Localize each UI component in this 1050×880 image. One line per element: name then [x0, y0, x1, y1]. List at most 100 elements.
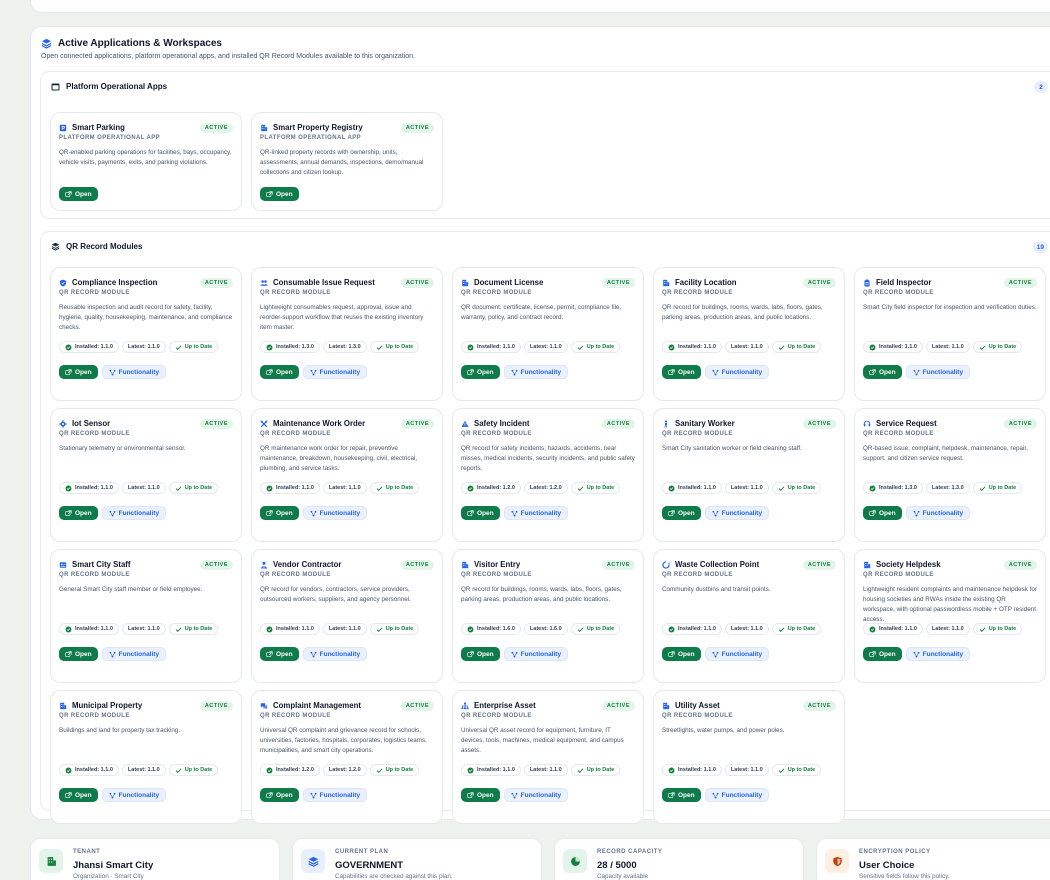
module-title[interactable]: Consumable Issue Request [260, 278, 375, 287]
section-subtitle: Open connected applications, platform op… [41, 53, 415, 60]
module-title[interactable]: Visitor Entry [461, 560, 520, 569]
module-title[interactable]: Field Inspector [863, 278, 931, 287]
up-to-date-badge: Up to Date [972, 482, 1023, 494]
module-card: Service Request QR RECORD MODULE ACTIVE QR-… [854, 408, 1046, 542]
functionality-button[interactable]: Functionality [503, 647, 569, 661]
up-to-date-text: Up to Date [787, 485, 816, 491]
functionality-button-label: Functionality [721, 791, 763, 799]
module-title[interactable]: Maintenance Work Order [260, 419, 365, 428]
functionality-button-label: Functionality [922, 509, 964, 517]
version-pills: Installed: 1.1.0 Latest: 1.1.0 Up to Date [863, 623, 1023, 635]
module-description: QR record for buildings, rooms, wards, l… [461, 586, 622, 603]
module-title[interactable]: Compliance Inspection [59, 278, 157, 287]
functionality-button[interactable]: Functionality [704, 506, 770, 520]
module-title[interactable]: Enterprise Asset [461, 701, 536, 710]
functionality-button[interactable]: Functionality [503, 788, 569, 802]
open-button-label: Open [477, 650, 494, 658]
app-description: QR-enabled parking operations for facili… [59, 149, 232, 166]
sitemap-icon [461, 702, 469, 710]
app-title[interactable]: Smart Parking [59, 123, 125, 132]
module-title-text: Compliance Inspection [72, 278, 158, 287]
functionality-button[interactable]: Functionality [101, 506, 167, 520]
open-button[interactable]: Open [863, 506, 902, 520]
latest-version: Latest: 1.1.0 [724, 482, 769, 494]
open-button[interactable]: Open [662, 365, 701, 379]
functionality-button[interactable]: Functionality [503, 506, 569, 520]
nodes-icon [310, 651, 317, 658]
open-button[interactable]: Open [461, 365, 500, 379]
module-title[interactable]: Society Helpdesk [863, 560, 941, 569]
module-title[interactable]: Utility Asset [662, 701, 720, 710]
open-button[interactable]: Open [662, 788, 701, 802]
module-title[interactable]: Facility Location [662, 278, 737, 287]
app-title[interactable]: Smart Property Registry [260, 123, 363, 132]
module-subtitle: QR RECORD MODULE [662, 572, 733, 578]
version-pills: Installed: 1.1.0 Latest: 1.1.0 Up to Date [59, 623, 219, 635]
open-button[interactable]: Open [662, 647, 701, 661]
module-card: Enterprise Asset QR RECORD MODULE ACTIVE Un… [452, 690, 644, 824]
up-to-date-badge: Up to Date [168, 764, 219, 776]
open-button[interactable]: Open [662, 506, 701, 520]
module-title[interactable]: Service Request [863, 419, 937, 428]
nodes-icon [310, 369, 317, 376]
open-button[interactable]: Open [461, 647, 500, 661]
building-icon [662, 279, 670, 287]
functionality-button[interactable]: Functionality [101, 365, 167, 379]
open-button[interactable]: Open [260, 506, 299, 520]
functionality-button[interactable]: Functionality [704, 365, 770, 379]
module-title[interactable]: Smart City Staff [59, 560, 131, 569]
installed-version-text: Installed: 1.1.0 [477, 344, 515, 350]
module-actions: Open Functionality [461, 506, 569, 520]
open-button[interactable]: Open [863, 365, 902, 379]
open-button[interactable]: Open [260, 187, 299, 201]
module-title[interactable]: Sanitary Worker [662, 419, 735, 428]
functionality-button[interactable]: Functionality [302, 506, 368, 520]
module-title[interactable]: Vendor Contractor [260, 560, 341, 569]
functionality-button[interactable]: Functionality [704, 647, 770, 661]
module-actions: Open Functionality [662, 506, 770, 520]
functionality-button[interactable]: Functionality [503, 365, 569, 379]
up-to-date-badge: Up to Date [771, 482, 822, 494]
open-button[interactable]: Open [59, 187, 98, 201]
check-circle-icon [668, 626, 675, 633]
nodes-icon [109, 651, 116, 658]
functionality-button[interactable]: Functionality [905, 647, 971, 661]
building-icon [260, 124, 268, 132]
module-title[interactable]: Waste Collection Point [662, 560, 759, 569]
open-button[interactable]: Open [260, 647, 299, 661]
module-card: Smart City Staff QR RECORD MODULE ACTIVE Ge… [50, 549, 242, 683]
app-description: QR-linked property records with ownershi… [260, 149, 424, 176]
module-title[interactable]: Document License [461, 278, 543, 287]
functionality-button[interactable]: Functionality [302, 365, 368, 379]
open-button[interactable]: Open [461, 506, 500, 520]
open-button[interactable]: Open [461, 788, 500, 802]
open-button[interactable]: Open [59, 506, 98, 520]
module-title[interactable]: Municipal Property [59, 701, 142, 710]
open-button[interactable]: Open [260, 365, 299, 379]
installed-version: Installed: 1.1.0 [59, 623, 119, 635]
functionality-button[interactable]: Functionality [302, 788, 368, 802]
functionality-button[interactable]: Functionality [101, 647, 167, 661]
module-title[interactable]: Safety Incident [461, 419, 529, 428]
functionality-button[interactable]: Functionality [704, 788, 770, 802]
open-button[interactable]: Open [260, 788, 299, 802]
status-badge: ACTIVE [802, 278, 836, 288]
module-title[interactable]: Complaint Management [260, 701, 361, 710]
installed-version-text: Installed: 1.1.0 [879, 344, 917, 350]
installed-version-text: Installed: 1.1.0 [879, 626, 917, 632]
stat-icon-wrap [39, 849, 63, 873]
open-button[interactable]: Open [863, 647, 902, 661]
check-icon [376, 485, 383, 492]
check-circle-icon [668, 767, 675, 774]
functionality-button[interactable]: Functionality [905, 365, 971, 379]
open-button[interactable]: Open [59, 647, 98, 661]
open-button[interactable]: Open [59, 788, 98, 802]
functionality-button[interactable]: Functionality [101, 788, 167, 802]
module-title[interactable]: Iot Sensor [59, 419, 110, 428]
module-card: Society Helpdesk QR RECORD MODULE ACTIVE Li… [854, 549, 1046, 683]
module-actions: Open Functionality [260, 647, 368, 661]
open-button[interactable]: Open [59, 365, 98, 379]
open-external-icon [467, 509, 474, 517]
functionality-button[interactable]: Functionality [302, 647, 368, 661]
functionality-button[interactable]: Functionality [905, 506, 971, 520]
